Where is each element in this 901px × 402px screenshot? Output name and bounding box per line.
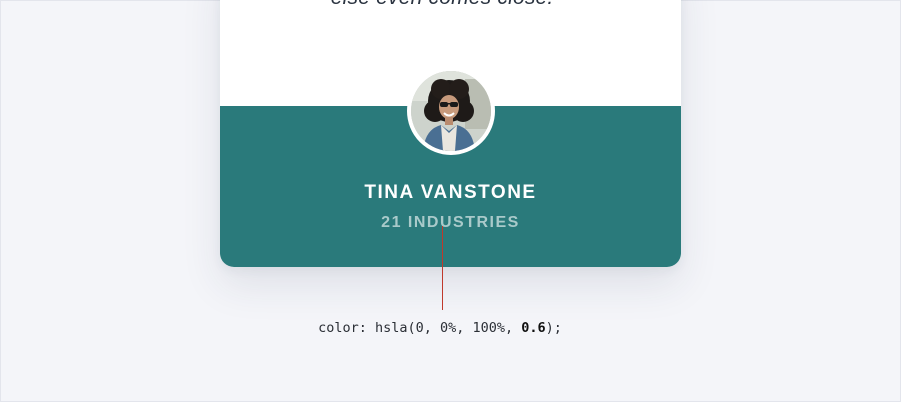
code-prefix: color: hsla(0, 0%, 100%, — [318, 320, 522, 336]
testimonial-card: else even comes close. ” — [220, 0, 681, 267]
testimonial-quote: else even comes close. ” — [220, 0, 681, 10]
avatar — [407, 67, 495, 155]
code-annotation: color: hsla(0, 0%, 100%, 0.6); — [0, 320, 880, 336]
code-highlight-value: 0.6 — [521, 320, 546, 336]
closing-quote-icon: ” — [559, 0, 570, 9]
author-company: 21 INDUSTRIES — [381, 214, 520, 231]
avatar-photo-icon — [411, 71, 491, 151]
author-name: TINA VANSTONE — [364, 182, 537, 203]
annotation-pointer-line — [442, 226, 443, 310]
quote-text-fragment: else even comes close. — [331, 0, 554, 9]
code-suffix: ); — [545, 320, 562, 336]
